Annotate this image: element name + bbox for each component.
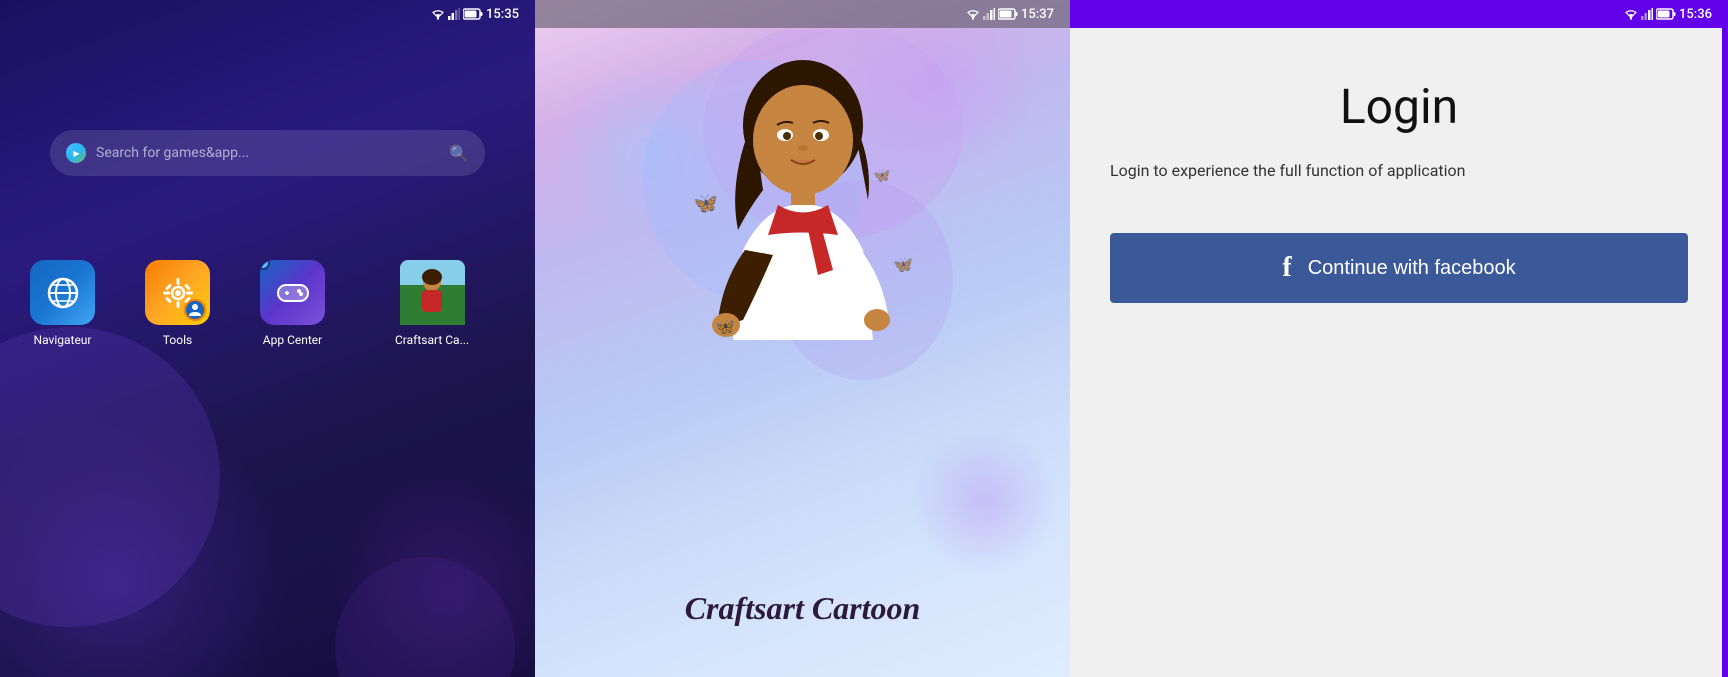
app-icon-appcenter (260, 260, 325, 325)
login-title: Login (1110, 78, 1688, 135)
splash-screen: 15:37 🦋 🦋 🦋 (535, 0, 1070, 677)
facebook-button-label: Continue with facebook (1308, 257, 1516, 280)
appcenter-svg (275, 275, 311, 311)
signal-icon-splash (983, 8, 995, 20)
deco-circle-1 (0, 327, 220, 627)
app-item-tools[interactable]: Tools (145, 260, 210, 347)
status-icons-home: 15:35 (431, 7, 519, 22)
app-label-navigateur: Navigateur (34, 333, 92, 347)
status-icons-login: 15:36 (1624, 7, 1712, 22)
app-label-craftsart: Craftsart Ca... (395, 333, 469, 347)
app-item-craftsart[interactable]: Craftsart Ca... (395, 260, 469, 347)
battery-icon-login (1656, 8, 1676, 20)
login-screen: 15:36 Login Login to experience the full… (1070, 0, 1728, 677)
status-bar-login: 15:36 (1070, 0, 1728, 28)
app-label-appcenter: App Center (263, 333, 322, 347)
status-time-splash: 15:37 (1021, 7, 1054, 22)
status-time-login: 15:36 (1679, 7, 1712, 22)
app-icon-navigateur (30, 260, 95, 325)
wifi-icon (431, 8, 445, 20)
login-subtitle: Login to experience the full function of… (1110, 159, 1688, 183)
search-icon: 🔍 (449, 144, 469, 163)
craftsart-svg (400, 260, 465, 325)
app-grid: Navigateur (30, 260, 469, 347)
home-screen: 15:35 Search for games&app... 🔍 Navigate… (0, 0, 535, 677)
search-placeholder: Search for games&app... (96, 145, 439, 161)
signal-icon (448, 8, 460, 20)
app-icon-tools (145, 260, 210, 325)
wifi-icon-splash (966, 8, 980, 20)
wifi-icon-login (1624, 8, 1638, 20)
signal-icon-login (1641, 8, 1653, 20)
facebook-login-button[interactable]: f Continue with facebook (1110, 233, 1688, 303)
svg-text:🦋: 🦋 (715, 317, 735, 336)
deco-circle-2 (335, 557, 515, 677)
svg-text:🦋: 🦋 (873, 168, 891, 184)
facebook-f-icon: f (1282, 252, 1291, 284)
play-store-icon (66, 143, 86, 163)
app-item-navigateur[interactable]: Navigateur (30, 260, 95, 347)
splash-illustration: 🦋 🦋 🦋 (633, 20, 973, 440)
battery-icon (463, 8, 483, 20)
right-edge-bar (1722, 0, 1728, 677)
notification-dot (260, 260, 270, 270)
person-svg (188, 303, 202, 317)
svg-text:🦋: 🦋 (693, 191, 718, 215)
svg-text:🦋: 🦋 (893, 255, 913, 274)
app-icon-craftsart (400, 260, 465, 325)
status-bar-home: 15:35 (0, 0, 535, 28)
app-label-tools: Tools (163, 333, 192, 347)
character-svg: 🦋 🦋 🦋 (633, 30, 973, 430)
watercolor-blob-3 (910, 427, 1060, 577)
globe-svg (45, 275, 81, 311)
login-content: Login Login to experience the full funct… (1070, 28, 1728, 677)
splash-title: Craftsart Cartoon (685, 590, 921, 626)
status-time-home: 15:35 (486, 7, 519, 22)
search-bar[interactable]: Search for games&app... 🔍 (50, 130, 485, 176)
status-bar-splash: 15:37 (535, 0, 1070, 28)
status-icons-splash: 15:37 (966, 7, 1054, 22)
app-item-appcenter[interactable]: App Center (260, 260, 325, 347)
battery-icon-splash (998, 8, 1018, 20)
splash-title-container: Craftsart Cartoon (535, 590, 1070, 627)
